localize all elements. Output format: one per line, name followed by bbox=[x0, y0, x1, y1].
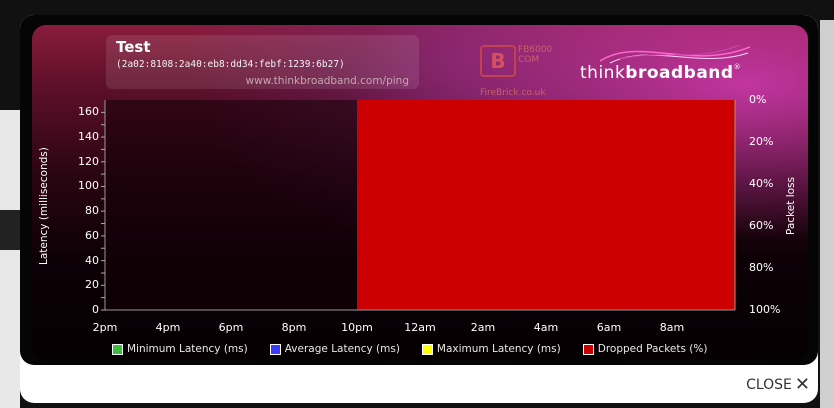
title-box: Test (2a02:8108:2a40:eb8:dd34:febf:1239:… bbox=[106, 35, 419, 89]
firebrick-logo: B FB6000 COM FireBrick.co.uk bbox=[480, 45, 570, 98]
x-tick-label: 6pm bbox=[218, 321, 244, 334]
tb-reg: ® bbox=[733, 63, 742, 71]
ip-address: (2a02:8108:2a40:eb8:dd34:febf:1239:6b27) bbox=[116, 59, 345, 70]
x-tick-label: 8am bbox=[659, 321, 685, 334]
y2-tick-label: 20% bbox=[749, 135, 774, 148]
y-tick-label: 0 bbox=[92, 303, 99, 316]
y-tick-label: 120 bbox=[78, 154, 99, 168]
y2-tick-label: 0% bbox=[749, 93, 767, 106]
background-page-edge bbox=[0, 110, 20, 408]
x-tick-label: 2pm bbox=[92, 321, 118, 334]
y-tick-label: 60 bbox=[85, 228, 99, 242]
firebrick-model: FB6000 COM bbox=[518, 45, 553, 65]
legend-swatch bbox=[112, 343, 123, 355]
x-tick-label: 12am bbox=[404, 321, 436, 334]
legend-item: Minimum Latency (ms) bbox=[112, 342, 248, 356]
close-label: CLOSE bbox=[746, 376, 792, 393]
background-scrollbar bbox=[820, 20, 834, 408]
legend-item: Average Latency (ms) bbox=[269, 342, 400, 356]
tb-broadband: broadband bbox=[625, 63, 734, 83]
legend-item: Dropped Packets (%) bbox=[582, 342, 708, 356]
y-tick-label: 20 bbox=[85, 278, 99, 292]
chart-legend: Minimum Latency (ms) Average Latency (ms)… bbox=[112, 342, 707, 356]
y-tick-label: 40 bbox=[85, 253, 99, 267]
y2-tick-label: 60% bbox=[749, 219, 774, 232]
legend-item: Maximum Latency (ms) bbox=[421, 342, 561, 356]
close-button[interactable]: CLOSE ✕ bbox=[746, 374, 810, 395]
y-tick-label: 160 bbox=[78, 105, 99, 119]
y-axis-label: Latency (milliseconds) bbox=[38, 147, 50, 265]
chart-frame: Test (2a02:8108:2a40:eb8:dd34:febf:1239:… bbox=[20, 15, 818, 365]
x-tick-label: 4am bbox=[533, 321, 559, 334]
background-page-edge bbox=[0, 210, 20, 250]
legend-swatch bbox=[269, 343, 281, 355]
legend-swatch bbox=[421, 343, 433, 355]
x-tick-label: 6am bbox=[596, 321, 622, 334]
y2-tick-label: 80% bbox=[749, 261, 774, 274]
y-tick-label: 80 bbox=[85, 204, 99, 218]
legend-label: Maximum Latency (ms) bbox=[436, 343, 561, 355]
dropped-packets-area bbox=[357, 100, 735, 310]
latency-chart bbox=[101, 100, 736, 311]
thinkbroadband-logo: thinkbroadband® bbox=[580, 63, 741, 83]
y2-tick-label: 100% bbox=[749, 303, 781, 316]
tb-think: think bbox=[580, 63, 626, 83]
y2-tick-label: 40% bbox=[749, 177, 774, 190]
firebrick-mark: B bbox=[480, 45, 516, 77]
x-tick-label: 2am bbox=[470, 321, 496, 334]
x-tick-label: 4pm bbox=[155, 321, 181, 334]
y-tick-label: 100 bbox=[78, 179, 99, 193]
x-tick-label: 8pm bbox=[281, 321, 307, 334]
legend-label: Dropped Packets (%) bbox=[597, 343, 708, 355]
legend-label: Average Latency (ms) bbox=[284, 343, 400, 355]
chart-title: Test bbox=[116, 38, 151, 56]
source-url: www.thinkbroadband.com/ping bbox=[245, 75, 409, 87]
close-icon: ✕ bbox=[794, 374, 810, 395]
x-tick-label: 10pm bbox=[341, 321, 373, 334]
legend-swatch bbox=[582, 343, 594, 355]
y-tick-label: 140 bbox=[78, 130, 99, 144]
legend-label: Minimum Latency (ms) bbox=[127, 343, 248, 355]
ping-modal: Test (2a02:8108:2a40:eb8:dd34:febf:1239:… bbox=[20, 15, 818, 403]
firebrick-site: FireBrick.co.uk bbox=[480, 88, 546, 98]
